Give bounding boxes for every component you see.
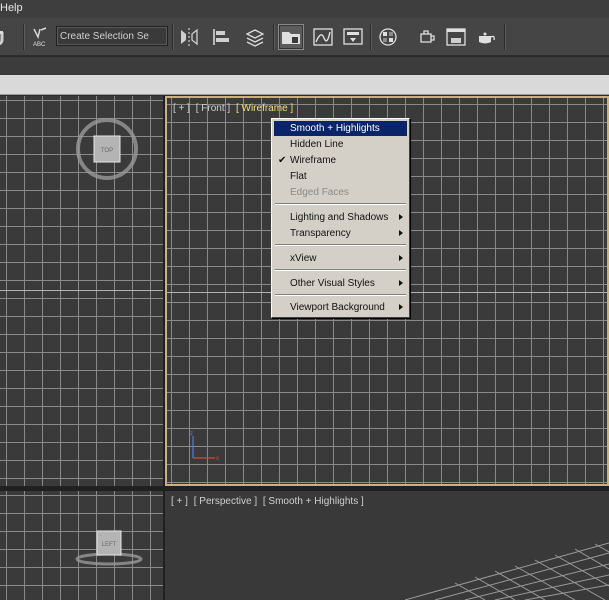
viewport-left[interactable]: LEFT — [0, 491, 163, 600]
menu-bar: Help — [0, 0, 609, 18]
menu-item-other-visual-styles[interactable]: Other Visual Styles — [274, 276, 407, 291]
rendered-frame-window-icon[interactable] — [443, 24, 469, 50]
submenu-arrow-icon — [399, 304, 403, 310]
menu-item-transparency[interactable]: Transparency — [274, 226, 407, 241]
toolbar-separator — [370, 24, 372, 50]
viewport-point-of-view[interactable]: [ Perspective ] — [194, 496, 257, 507]
render-setup-icon[interactable] — [413, 24, 439, 50]
viewport-label: [ + ] [ Front ] [ Wireframe ] — [173, 103, 296, 114]
submenu-arrow-icon — [399, 255, 403, 261]
curve-editor-icon[interactable] — [310, 24, 336, 50]
viewcube-label: TOP — [101, 148, 113, 154]
viewport-top[interactable]: TOP — [0, 96, 163, 486]
submenu-arrow-icon — [399, 230, 403, 236]
menu-item-hidden-line[interactable]: Hidden Line — [274, 137, 407, 152]
viewcube-top[interactable]: TOP — [74, 116, 140, 185]
menu-item-label: Edged Faces — [290, 187, 349, 198]
viewport-shading[interactable]: [ Smooth + Highlights ] — [263, 496, 364, 507]
selection-set-input[interactable] — [57, 27, 167, 45]
toolbar-gap — [0, 57, 609, 75]
svg-text:x: x — [216, 456, 219, 462]
menu-separator — [275, 269, 406, 271]
menu-item-wireframe[interactable]: ✔ Wireframe — [274, 153, 407, 168]
viewcube-label: LEFT — [102, 542, 117, 548]
menu-item-viewport-background[interactable]: Viewport Background — [274, 300, 407, 315]
align-icon[interactable] — [208, 24, 234, 50]
viewport-label: [ + ] [ Perspective ] [ Smooth + Highlig… — [171, 496, 367, 507]
submenu-arrow-icon — [399, 214, 403, 220]
menu-item-edged-faces: Edged Faces — [274, 185, 407, 200]
menu-item-lighting-shadows[interactable]: Lighting and Shadows — [274, 210, 407, 225]
perspective-grid — [404, 542, 609, 600]
menu-separator — [275, 203, 406, 205]
menu-help[interactable]: Help — [0, 2, 23, 14]
axis-tripod-icon: z x — [190, 431, 219, 462]
menu-separator — [275, 244, 406, 246]
svg-text:z: z — [190, 431, 193, 437]
menu-item-label: Lighting and Shadows — [290, 212, 389, 223]
viewport-point-of-view[interactable]: [ Front ] — [196, 103, 230, 114]
menu-item-label: Wireframe — [290, 155, 337, 166]
selection-set-dropdown[interactable] — [56, 26, 168, 46]
menu-item-label: Other Visual Styles — [290, 278, 375, 289]
menu-item-label: Hidden Line — [290, 139, 344, 150]
menu-item-flat[interactable]: Flat — [274, 169, 407, 184]
shading-context-menu: Smooth + Highlights Hidden Line ✔ Wirefr… — [271, 118, 410, 318]
toolbar-separator — [273, 24, 275, 50]
magnet-icon[interactable] — [0, 24, 14, 50]
schematic-view-icon[interactable] — [340, 24, 366, 50]
mirror-icon[interactable] — [176, 24, 202, 50]
viewport-shading[interactable]: [ Wireframe ] — [236, 103, 293, 114]
toolbar-separator — [172, 24, 174, 50]
abc-label: ABC — [33, 42, 46, 48]
menu-item-label: xView — [290, 253, 317, 264]
main-toolbar: ABC — [0, 18, 609, 56]
menu-separator — [275, 294, 406, 296]
viewcube-left[interactable]: LEFT — [74, 525, 144, 572]
menu-item-label: Smooth + Highlights — [290, 123, 380, 134]
checkmark-icon: ✔ — [278, 155, 287, 166]
viewport-menu-plus[interactable]: [ + ] — [173, 103, 190, 114]
render-production-icon[interactable] — [473, 24, 499, 50]
toolbar-separator — [504, 24, 506, 50]
viewport-menu-plus[interactable]: [ + ] — [171, 496, 188, 507]
menu-item-label: Viewport Background — [290, 302, 385, 313]
snap-abc-icon[interactable]: ABC — [27, 24, 53, 50]
menu-item-xview[interactable]: xView — [274, 251, 407, 266]
menu-item-label: Flat — [290, 171, 307, 182]
scene-explorer-icon[interactable] — [278, 24, 304, 50]
material-editor-icon[interactable] — [375, 24, 401, 50]
grid-axis-x — [0, 290, 163, 291]
submenu-arrow-icon — [399, 280, 403, 286]
layer-manager-icon[interactable] — [242, 24, 268, 50]
viewport-perspective[interactable]: [ + ] [ Perspective ] [ Smooth + Highlig… — [165, 491, 609, 600]
toolbar-separator — [23, 24, 25, 50]
menu-item-smooth-highlights[interactable]: Smooth + Highlights — [274, 121, 407, 136]
menu-item-label: Transparency — [290, 228, 351, 239]
ribbon-strip — [0, 75, 609, 95]
